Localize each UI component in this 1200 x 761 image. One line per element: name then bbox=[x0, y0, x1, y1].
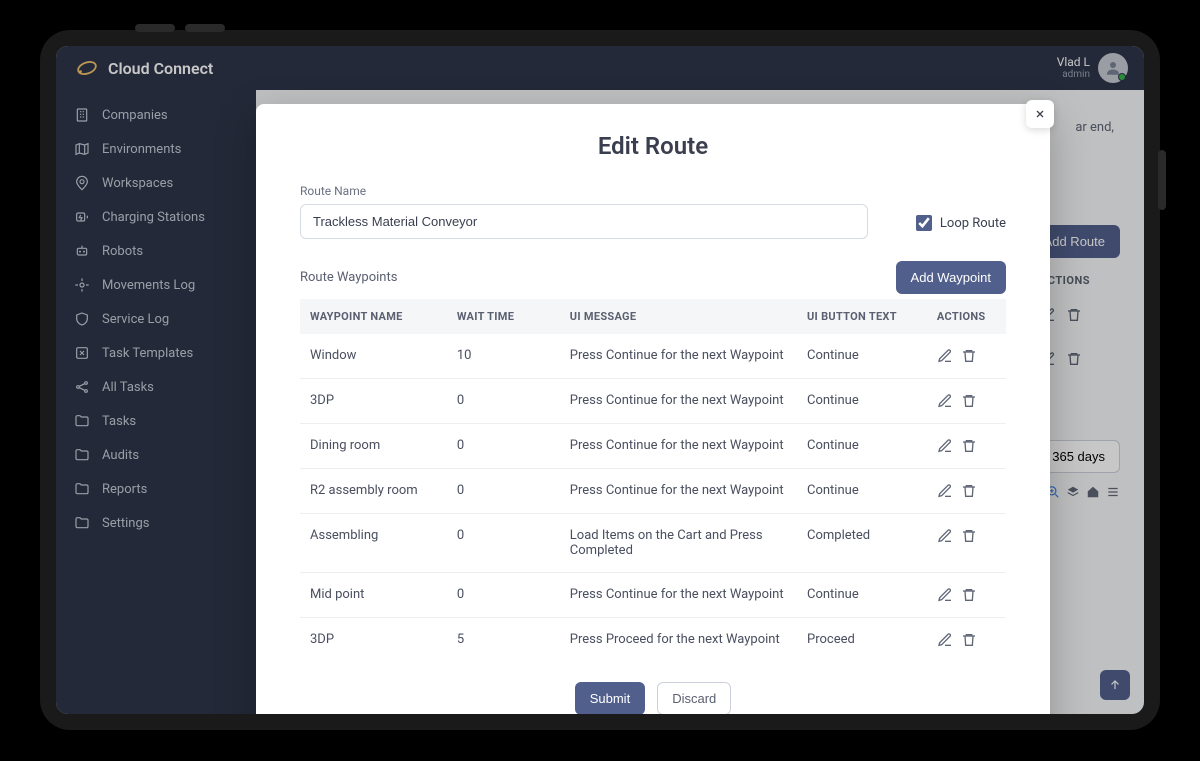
waypoint-name: 3DP bbox=[300, 618, 447, 663]
tablet-hw-button bbox=[185, 24, 225, 32]
edit-icon[interactable] bbox=[937, 393, 953, 409]
waypoint-msg: Press Continue for the next Waypoint bbox=[560, 334, 797, 379]
table-row: R2 assembly room0Press Continue for the … bbox=[300, 469, 1006, 514]
trash-icon[interactable] bbox=[961, 528, 977, 544]
waypoint-wait: 0 bbox=[447, 379, 560, 424]
waypoint-msg: Press Continue for the next Waypoint bbox=[560, 379, 797, 424]
waypoint-btn: Continue bbox=[797, 334, 927, 379]
waypoint-name: R2 assembly room bbox=[300, 469, 447, 514]
waypoints-table: WAYPOINT NAME WAIT TIME UI MESSAGE UI BU… bbox=[300, 299, 1006, 662]
trash-icon[interactable] bbox=[961, 438, 977, 454]
waypoint-msg: Press Continue for the next Waypoint bbox=[560, 573, 797, 618]
waypoint-name: 3DP bbox=[300, 379, 447, 424]
submit-button[interactable]: Submit bbox=[575, 682, 645, 714]
edit-route-modal: Edit Route Route Name Loop Route Route W… bbox=[256, 104, 1050, 714]
waypoint-btn: Completed bbox=[797, 514, 927, 573]
modal-title: Edit Route bbox=[300, 132, 1006, 160]
close-icon bbox=[1034, 108, 1046, 120]
waypoint-wait: 0 bbox=[447, 424, 560, 469]
table-row: Mid point0Press Continue for the next Wa… bbox=[300, 573, 1006, 618]
edit-icon[interactable] bbox=[937, 348, 953, 364]
col-wait-time: WAIT TIME bbox=[447, 299, 560, 334]
table-row: 3DP0Press Continue for the next Waypoint… bbox=[300, 379, 1006, 424]
add-waypoint-button[interactable]: Add Waypoint bbox=[896, 261, 1006, 294]
route-name-input[interactable] bbox=[300, 204, 868, 239]
loop-route-input[interactable] bbox=[916, 215, 932, 231]
table-row: Assembling0Load Items on the Cart and Pr… bbox=[300, 514, 1006, 573]
loop-route-checkbox[interactable]: Loop Route bbox=[916, 215, 1006, 239]
table-row: Window10Press Continue for the next Wayp… bbox=[300, 334, 1006, 379]
loop-route-label: Loop Route bbox=[940, 216, 1006, 231]
screen: Cloud Connect Vlad L admin CompaniesEnvi… bbox=[56, 46, 1144, 714]
tablet-frame: Cloud Connect Vlad L admin CompaniesEnvi… bbox=[40, 30, 1160, 730]
waypoint-wait: 0 bbox=[447, 514, 560, 573]
edit-icon[interactable] bbox=[937, 483, 953, 499]
trash-icon[interactable] bbox=[961, 632, 977, 648]
waypoint-btn: Proceed bbox=[797, 618, 927, 663]
waypoint-btn: Continue bbox=[797, 379, 927, 424]
col-ui-button: UI BUTTON TEXT bbox=[797, 299, 927, 334]
waypoint-name: Mid point bbox=[300, 573, 447, 618]
close-button[interactable] bbox=[1026, 100, 1054, 128]
waypoint-wait: 5 bbox=[447, 618, 560, 663]
col-ui-message: UI MESSAGE bbox=[560, 299, 797, 334]
waypoint-name: Dining room bbox=[300, 424, 447, 469]
edit-icon[interactable] bbox=[937, 587, 953, 603]
edit-icon[interactable] bbox=[937, 528, 953, 544]
waypoint-wait: 0 bbox=[447, 469, 560, 514]
col-waypoint-name: WAYPOINT NAME bbox=[300, 299, 447, 334]
waypoint-btn: Continue bbox=[797, 469, 927, 514]
route-name-label: Route Name bbox=[300, 184, 868, 198]
waypoint-wait: 10 bbox=[447, 334, 560, 379]
waypoint-msg: Press Proceed for the next Waypoint bbox=[560, 618, 797, 663]
trash-icon[interactable] bbox=[961, 348, 977, 364]
waypoint-msg: Press Continue for the next Waypoint bbox=[560, 469, 797, 514]
edit-icon[interactable] bbox=[937, 438, 953, 454]
waypoint-name: Assembling bbox=[300, 514, 447, 573]
waypoints-section-label: Route Waypoints bbox=[300, 270, 397, 285]
edit-icon[interactable] bbox=[937, 632, 953, 648]
col-actions: ACTIONS bbox=[927, 299, 1006, 334]
waypoint-msg: Load Items on the Cart and Press Complet… bbox=[560, 514, 797, 573]
waypoint-btn: Continue bbox=[797, 573, 927, 618]
trash-icon[interactable] bbox=[961, 393, 977, 409]
trash-icon[interactable] bbox=[961, 483, 977, 499]
tablet-hw-button bbox=[135, 24, 175, 32]
waypoint-msg: Press Continue for the next Waypoint bbox=[560, 424, 797, 469]
waypoint-name: Window bbox=[300, 334, 447, 379]
waypoint-wait: 0 bbox=[447, 573, 560, 618]
trash-icon[interactable] bbox=[961, 587, 977, 603]
table-row: Dining room0Press Continue for the next … bbox=[300, 424, 1006, 469]
waypoint-btn: Continue bbox=[797, 424, 927, 469]
table-row: 3DP5Press Proceed for the next WaypointP… bbox=[300, 618, 1006, 663]
discard-button[interactable]: Discard bbox=[657, 682, 731, 714]
tablet-hw-button bbox=[1158, 150, 1166, 210]
